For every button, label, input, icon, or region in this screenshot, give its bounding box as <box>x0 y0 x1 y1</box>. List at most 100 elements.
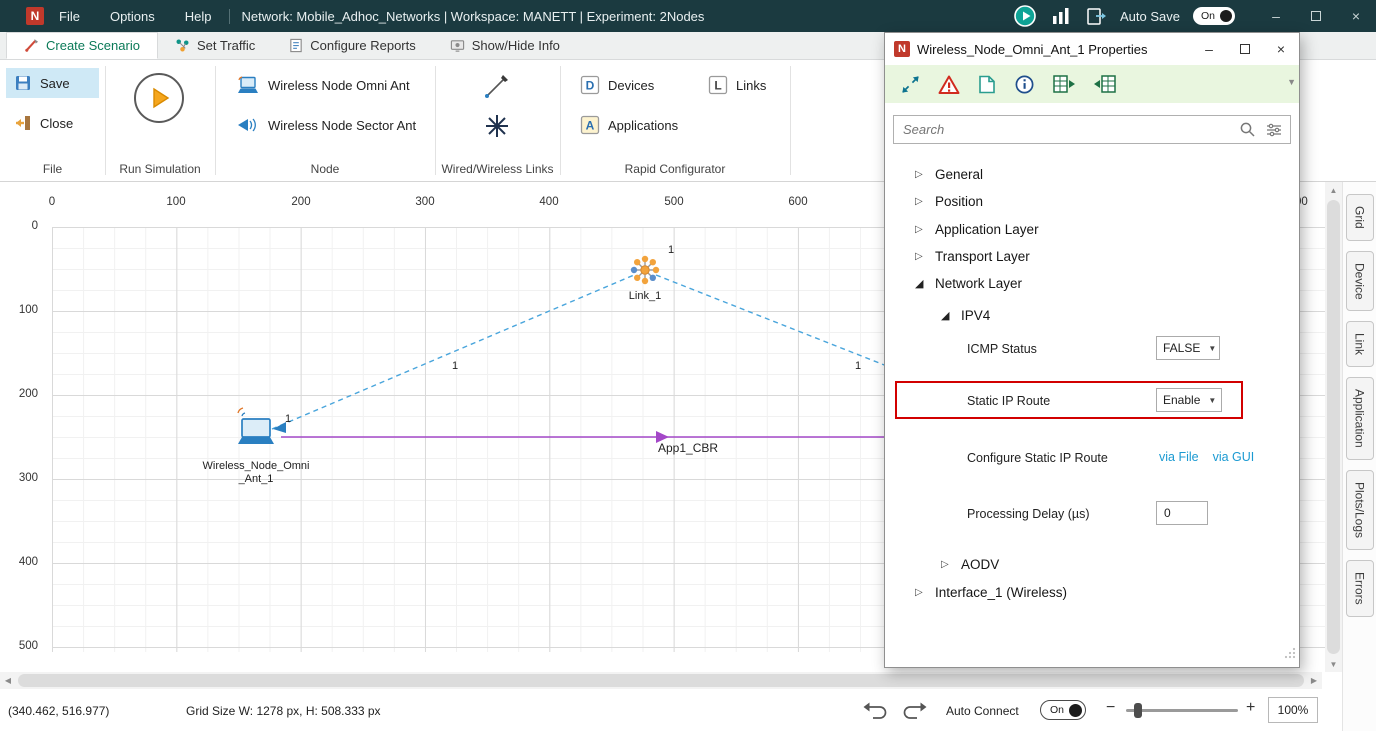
titlebar: N File Options Help Network: Mobile_Adho… <box>0 0 1376 32</box>
run-simulation-icon[interactable] <box>1013 4 1037 28</box>
group-separator <box>435 66 436 175</box>
zoom-level[interactable]: 100% <box>1268 697 1318 723</box>
side-tab-application[interactable]: Application <box>1346 377 1374 460</box>
tree-item-interface1[interactable]: ▷ Interface_1 (Wireless) <box>885 580 1299 604</box>
expand-icon[interactable]: ▷ <box>915 169 929 180</box>
wireless-link-line-right[interactable] <box>656 275 892 368</box>
collapse-icon[interactable]: ◢ <box>941 309 955 322</box>
tree-item-aodv[interactable]: ▷ AODV <box>885 552 1299 576</box>
maximize-button[interactable] <box>1296 0 1336 32</box>
dialog-minimize-button[interactable]: – <box>1191 33 1227 65</box>
dialog-titlebar[interactable]: N Wireless_Node_Omni_Ant_1 Properties – … <box>885 33 1299 65</box>
wireless-node-omni-button[interactable]: Wireless Node Omni Ant <box>228 70 418 100</box>
processing-delay-label: Processing Delay (µs) <box>967 507 1090 521</box>
tree-label: General <box>935 167 983 182</box>
horizontal-scrollbar[interactable]: ◀ ▶ <box>0 672 1322 689</box>
expand-icon[interactable]: ▷ <box>915 251 929 262</box>
netsim-window: N File Options Help Network: Mobile_Adho… <box>0 0 1376 731</box>
export-icon[interactable] <box>1085 5 1107 27</box>
omni-node-icon <box>236 76 260 95</box>
h-scroll-track[interactable] <box>16 672 1306 689</box>
tab-set-traffic[interactable]: Set Traffic <box>158 32 272 59</box>
link-hub-device[interactable] <box>631 256 659 284</box>
applications-button[interactable]: A Applications <box>572 110 686 140</box>
tab-configure-reports[interactable]: Configure Reports <box>272 32 433 59</box>
tab-show-hide-info[interactable]: Show/Hide Info <box>433 32 577 59</box>
draw-link-button[interactable] <box>477 68 517 104</box>
close-scenario-button[interactable]: Close <box>6 108 99 138</box>
via-file-link[interactable]: via File <box>1159 450 1199 464</box>
zoom-out-button[interactable]: − <box>1106 699 1115 717</box>
v-scroll-thumb[interactable] <box>1327 200 1340 654</box>
expand-icon[interactable]: ▷ <box>915 587 929 598</box>
filter-icon[interactable] <box>1261 123 1290 137</box>
minimize-button[interactable]: – <box>1256 0 1296 32</box>
adhoc-link-button[interactable] <box>477 108 517 144</box>
export-excel-icon[interactable] <box>1052 74 1076 94</box>
vertical-scrollbar[interactable]: ▲ ▼ <box>1325 182 1342 672</box>
scroll-up-icon[interactable]: ▲ <box>1330 182 1338 198</box>
side-tab-plots-logs[interactable]: Plots/Logs <box>1346 470 1374 550</box>
zoom-in-button[interactable]: + <box>1246 699 1255 717</box>
scroll-down-icon[interactable]: ▼ <box>1330 656 1338 672</box>
zoom-slider-thumb[interactable] <box>1134 703 1142 718</box>
auto-save-toggle[interactable]: On <box>1193 7 1235 25</box>
side-tab-device[interactable]: Device <box>1346 251 1374 312</box>
tree-label: Position <box>935 194 983 209</box>
menu-options[interactable]: Options <box>95 0 170 32</box>
tab-create-scenario[interactable]: Create Scenario <box>6 32 158 59</box>
expand-icon[interactable]: ▷ <box>915 196 929 207</box>
side-tab-link[interactable]: Link <box>1346 321 1374 367</box>
processing-delay-input[interactable]: 0 <box>1156 501 1208 525</box>
devices-button[interactable]: D Devices <box>572 70 662 100</box>
create-scenario-icon <box>24 38 39 53</box>
tree-item-application-layer[interactable]: ▷ Application Layer <box>885 217 1299 241</box>
expand-icon[interactable]: ▷ <box>915 224 929 235</box>
save-button[interactable]: Save <box>6 68 99 98</box>
side-tab-errors[interactable]: Errors <box>1346 560 1374 617</box>
wireless-link-line-left[interactable] <box>272 275 634 429</box>
info-icon[interactable] <box>1014 74 1035 95</box>
static-ip-route-dropdown[interactable]: Enable ▼ <box>1156 388 1222 412</box>
menu-file[interactable]: File <box>44 0 95 32</box>
collapse-icon[interactable]: ◢ <box>915 277 929 290</box>
wireless-node-sector-button[interactable]: Wireless Node Sector Ant <box>228 110 424 140</box>
tree-item-ipv4[interactable]: ◢ IPV4 <box>885 303 1299 327</box>
search-icon[interactable] <box>1234 121 1261 138</box>
links-group-label: Wired/Wireless Links <box>435 162 560 176</box>
zoom-slider[interactable] <box>1126 709 1238 712</box>
results-chart-icon[interactable] <box>1050 5 1072 27</box>
search-input[interactable] <box>894 122 1234 137</box>
v-scroll-track[interactable] <box>1325 198 1342 656</box>
scroll-right-icon[interactable]: ▶ <box>1306 676 1322 685</box>
dialog-maximize-button[interactable] <box>1227 33 1263 65</box>
resize-grip[interactable] <box>1284 646 1296 664</box>
dialog-close-button[interactable]: × <box>1263 33 1299 65</box>
tree-item-network-layer[interactable]: ◢ Network Layer <box>885 271 1299 295</box>
redo-icon[interactable] <box>902 699 928 726</box>
toggle-knob <box>1069 704 1082 717</box>
undo-icon[interactable] <box>862 699 888 726</box>
h-scroll-thumb[interactable] <box>18 674 1304 687</box>
side-tab-grid[interactable]: Grid <box>1346 194 1374 241</box>
tree-item-general[interactable]: ▷ General <box>885 162 1299 186</box>
expand-icon[interactable]: ▷ <box>941 559 955 570</box>
tab-create-scenario-label: Create Scenario <box>46 38 140 53</box>
expand-collapse-icon[interactable] <box>900 74 921 95</box>
tree-item-transport-layer[interactable]: ▷ Transport Layer <box>885 244 1299 268</box>
menu-help[interactable]: Help <box>170 0 227 32</box>
wireless-node-device[interactable] <box>238 408 274 444</box>
via-gui-link[interactable]: via GUI <box>1213 450 1255 464</box>
run-simulation-button[interactable] <box>134 73 184 123</box>
notes-icon[interactable] <box>977 74 997 95</box>
links-button[interactable]: L Links <box>700 70 774 100</box>
import-excel-icon[interactable] <box>1093 74 1117 94</box>
toolbar-overflow-icon[interactable]: ▼ <box>1287 77 1296 87</box>
close-button[interactable]: × <box>1336 0 1376 32</box>
scroll-left-icon[interactable]: ◀ <box>0 676 16 685</box>
warning-icon[interactable] <box>938 74 960 95</box>
auto-connect-toggle[interactable]: On <box>1040 700 1086 720</box>
tree-item-position[interactable]: ▷ Position <box>885 189 1299 213</box>
icmp-status-dropdown[interactable]: FALSE ▼ <box>1156 336 1220 360</box>
auto-connect-label: Auto Connect <box>946 704 1019 718</box>
